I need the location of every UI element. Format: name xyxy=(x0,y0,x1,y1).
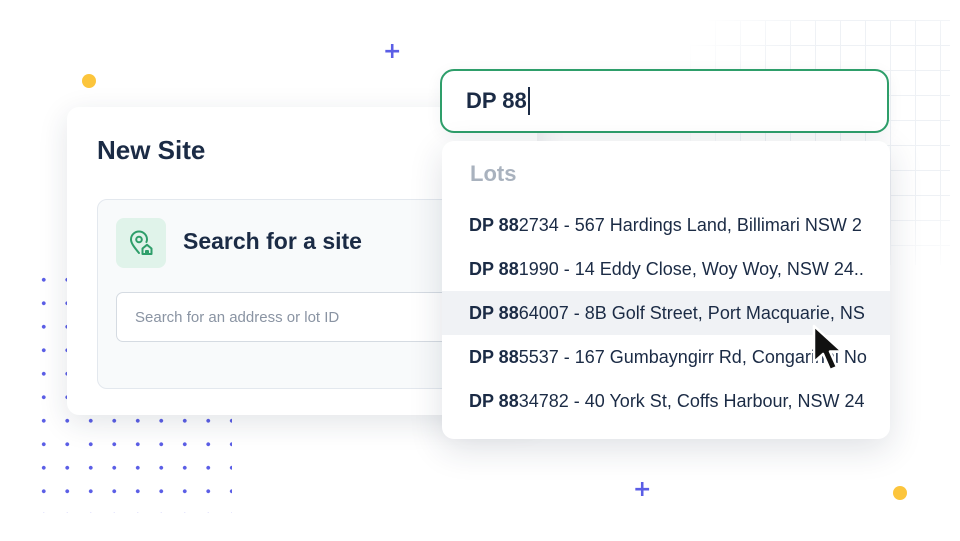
result-text: 64007 - 8B Golf Street, Port Macquarie, … xyxy=(518,303,865,323)
result-match: DP 88 xyxy=(469,259,519,279)
result-text: 34782 - 40 York St, Coffs Harbour, NSW 2… xyxy=(518,391,865,411)
results-list: DP 882734 - 567 Hardings Land, Billimari… xyxy=(442,203,890,423)
result-item[interactable]: DP 881990 - 14 Eddy Close, Woy Woy, NSW … xyxy=(442,247,890,291)
dropdown-group-heading: Lots xyxy=(470,161,517,186)
location-home-icon xyxy=(116,218,166,268)
section-title: Search for a site xyxy=(183,228,362,254)
text-caret xyxy=(527,87,530,115)
results-dropdown: Lots DP 882734 - 567 Hardings Land, Bill… xyxy=(442,141,890,439)
lot-search-field[interactable]: DP 88 xyxy=(440,69,889,133)
page-title: New Site xyxy=(97,135,206,165)
result-text: 2734 - 567 Hardings Land, Billimari NSW … xyxy=(518,215,862,235)
plus-icon: + xyxy=(383,39,402,64)
query-text: DP 88 xyxy=(466,88,527,113)
result-text: 1990 - 14 Eddy Close, Woy Woy, NSW 24.. xyxy=(518,259,864,279)
result-match: DP 88 xyxy=(469,347,519,367)
decor-yellow-dot xyxy=(82,74,96,88)
result-match: DP 88 xyxy=(469,391,519,411)
result-item[interactable]: DP 8834782 - 40 York St, Coffs Harbour, … xyxy=(442,379,890,423)
result-match: DP 88 xyxy=(469,215,519,235)
mouse-pointer-icon xyxy=(812,324,844,372)
result-item[interactable]: DP 882734 - 567 Hardings Land, Billimari… xyxy=(442,203,890,247)
decor-yellow-dot xyxy=(893,486,907,500)
result-match: DP 88 xyxy=(469,303,519,323)
search-input[interactable] xyxy=(116,292,476,342)
plus-icon: + xyxy=(633,477,652,502)
